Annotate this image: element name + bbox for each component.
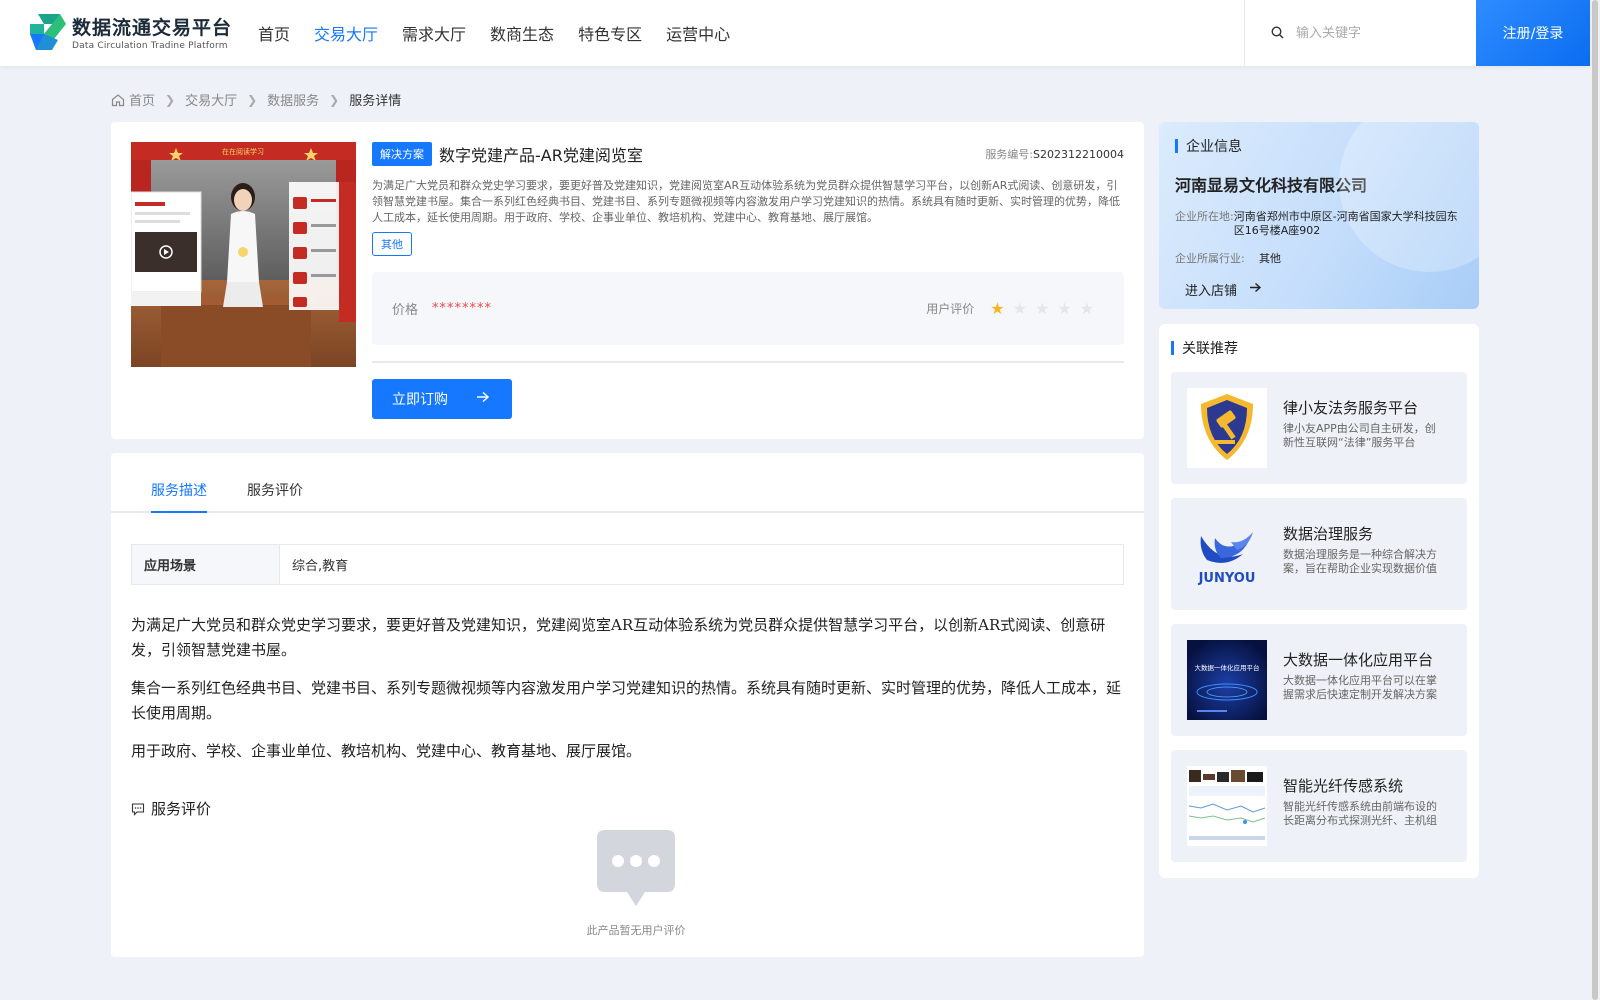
order-now-label: 立即订购	[392, 392, 448, 408]
register-login-button[interactable]: 注册/登录	[1476, 0, 1590, 66]
description-paragraph: 为满足广大党员和群众党史学习要求，要更好普及党建知识，党建阅览室AR互动体验系统…	[131, 616, 1106, 659]
rating-stars: ★ ★ ★ ★ ★	[982, 299, 1094, 318]
breadcrumb-trading-hall[interactable]: 交易大厅	[185, 90, 237, 109]
empty-evaluation-text: 此产品暂无用户评价	[586, 924, 686, 937]
star-icon: ★	[990, 299, 1005, 318]
nav-home[interactable]: 首页	[258, 21, 290, 45]
logo-subtitle: Data Circulation Tradine Platform	[72, 41, 228, 51]
nav-featured[interactable]: 特色专区	[578, 21, 642, 45]
law-shield-icon	[1187, 388, 1267, 468]
empty-evaluation: 此产品暂无用户评价	[576, 826, 696, 938]
divider	[372, 361, 1124, 363]
product-image[interactable]: 在在阅读学习	[131, 142, 356, 367]
product-info: 解决方案 数字党建产品-AR党建阅览室 服务编号:S202312210004 为…	[372, 142, 1124, 419]
recommend-desc: 数据治理服务是一种综合解决方案，旨在帮助企业实现数据价值	[1283, 548, 1437, 575]
nav-operations[interactable]: 运营中心	[666, 21, 730, 45]
location-value: 河南省郑州市中原区-河南省国家大学科技园东区16号楼A座902	[1233, 210, 1458, 237]
arrow-right-icon	[1249, 282, 1262, 297]
star-icon: ★	[1034, 299, 1050, 318]
top-header: 数据流通交易平台 Data Circulation Tradine Platfo…	[0, 0, 1590, 66]
image-caption-text: 在在阅读学习	[222, 147, 264, 156]
rating-label: 用户评价	[926, 302, 975, 316]
evaluation-heading: 服务评价	[131, 798, 211, 819]
company-info-card: 企业信息 河南显易文化科技有限公司 企业所在地: 河南省郑州市中原区-河南省国家…	[1159, 122, 1479, 309]
nav-trading-hall[interactable]: 交易大厅	[314, 21, 378, 45]
nav-demand-hall[interactable]: 需求大厅	[402, 21, 466, 45]
price-label: 价格	[392, 303, 419, 318]
breadcrumb-data-service[interactable]: 数据服务	[267, 90, 319, 109]
company-name: 河南显易文化科技有限公司	[1175, 176, 1368, 195]
chevron-right-icon: ❯	[165, 92, 176, 107]
related-recommendations: 关联推荐 律小友法务服务平台 律小友APP由公司自主研发，创新性互联网“法律”服…	[1159, 324, 1479, 878]
product-title: 数字党建产品-AR党建阅览室	[439, 146, 643, 165]
recommend-title: 律小友法务服务平台	[1283, 399, 1419, 417]
chevron-right-icon: ❯	[247, 92, 258, 107]
empty-comment-icon	[597, 830, 675, 906]
description-paragraph: 集合一系列红色经典书目、党建书目、系列专题微视频等内容激发用户学习党建知识的热情…	[131, 679, 1122, 722]
recommend-desc: 大数据一体化应用平台可以在掌握需求后快速定制开发解决方案	[1283, 674, 1437, 701]
logo-title: 数据流通交易平台	[72, 17, 233, 39]
product-description: 为满足广大党员和群众党史学习要求，要更好普及党建知识，党建阅览室AR互动体验系统…	[372, 179, 1120, 224]
recommend-desc: 律小友APP由公司自主研发，创新性互联网“法律”服务平台	[1283, 422, 1436, 449]
application-scene-table: 应用场景 综合,教育	[131, 544, 1124, 585]
main-nav: 首页 交易大厅 需求大厅 数商生态 特色专区 运营中心	[258, 0, 754, 66]
logo-mark-icon	[30, 12, 66, 52]
recommend-title: 数据治理服务	[1283, 525, 1374, 543]
scene-key: 应用场景	[132, 545, 280, 584]
bigdata-platform-thumbnail: 大数据一体化应用平台	[1187, 640, 1267, 720]
service-number: 服务编号:S202312210004	[985, 148, 1124, 161]
recommend-title: 智能光纤传感系统	[1283, 777, 1404, 795]
detail-card: 服务描述 服务评价 应用场景 综合,教育 为满足广大党员和群众党史学习要求，要更…	[111, 453, 1144, 957]
price-box: 价格 ******** 用户评价 ★ ★ ★ ★ ★	[372, 272, 1124, 345]
star-icon: ★	[1012, 299, 1027, 318]
product-card: 在在阅读学习 解决方案 数字党建产品-AR党建阅览室 服务编号:S2023122…	[111, 122, 1144, 439]
chevron-right-icon: ❯	[329, 92, 340, 107]
enter-shop-label: 进入店铺	[1185, 284, 1238, 299]
tab-service-evaluation[interactable]: 服务评价	[247, 453, 303, 511]
company-location-row: 企业所在地: 河南省郑州市中原区-河南省国家大学科技园东区16号楼A座902	[1175, 210, 1463, 238]
comment-icon	[131, 802, 145, 816]
category-tag[interactable]: 其他	[372, 232, 412, 256]
breadcrumb-home[interactable]: 首页	[111, 90, 155, 109]
star-icon: ★	[1079, 299, 1094, 318]
platform-logo[interactable]: 数据流通交易平台 Data Circulation Tradine Platfo…	[30, 12, 232, 52]
evaluation-title: 服务评价	[151, 800, 212, 818]
fiber-dashboard-thumbnail	[1187, 766, 1267, 846]
recommend-item[interactable]: 大数据一体化应用平台 大数据一体化应用平台 大数据一体化应用平台可以在掌握需求后…	[1171, 624, 1467, 736]
recommend-item[interactable]: JUNYOU 数据治理服务 数据治理服务是一种综合解决方案，旨在帮助企业实现数据…	[1171, 498, 1467, 610]
arrow-right-icon	[476, 391, 490, 407]
home-icon	[111, 93, 125, 106]
price-value: ********	[432, 301, 493, 316]
company-section-title: 企业信息	[1175, 136, 1463, 156]
industry-label: 企业所属行业:	[1175, 252, 1245, 265]
page-scrollbar[interactable]	[1590, 0, 1600, 1000]
location-label: 企业所在地:	[1175, 210, 1234, 223]
recommend-section-title: 关联推荐	[1171, 338, 1467, 358]
industry-value: 其他	[1259, 252, 1281, 265]
breadcrumb: 首页 ❯ 交易大厅 ❯ 数据服务 ❯ 服务详情	[111, 90, 401, 109]
recommend-desc: 智能光纤传感系统由前端布设的长距离分布式探测光纤、主机组成	[1283, 800, 1437, 827]
enter-shop-link[interactable]: 进入店铺	[1175, 280, 1463, 299]
scrollbar-thumb[interactable]	[1592, 0, 1598, 1000]
search-icon[interactable]	[1271, 24, 1284, 43]
company-industry-row: 企业所属行业: 其他	[1175, 252, 1463, 266]
search-box	[1244, 0, 1476, 66]
recommend-item[interactable]: 智能光纤传感系统 智能光纤传感系统由前端布设的长距离分布式探测光纤、主机组成	[1171, 750, 1467, 862]
junyou-logo-icon: JUNYOU	[1187, 514, 1267, 594]
breadcrumb-home-label: 首页	[129, 94, 156, 109]
tab-service-description[interactable]: 服务描述	[151, 453, 207, 513]
recommend-item[interactable]: 律小友法务服务平台 律小友APP由公司自主研发，创新性互联网“法律”服务平台	[1171, 372, 1467, 484]
description-paragraph: 用于政府、学校、企事业单位、教培机构、党建中心、教育基地、展厅展馆。	[131, 742, 642, 760]
description-body: 为满足广大党员和群众党史学习要求，要更好普及党建知识，党建阅览室AR互动体验系统…	[131, 613, 1124, 777]
svg-text:JUNYOU: JUNYOU	[1198, 571, 1256, 586]
order-now-button[interactable]: 立即订购	[372, 379, 512, 419]
search-input[interactable]	[1296, 25, 1466, 41]
breadcrumb-current: 服务详情	[349, 94, 402, 109]
nav-ecosystem[interactable]: 数商生态	[490, 21, 554, 45]
scene-value: 综合,教育	[292, 559, 349, 574]
recommend-title: 大数据一体化应用平台	[1283, 651, 1434, 669]
detail-tabs: 服务描述 服务评价	[111, 453, 1144, 513]
star-icon: ★	[1057, 299, 1072, 318]
solution-tag: 解决方案	[372, 142, 432, 166]
